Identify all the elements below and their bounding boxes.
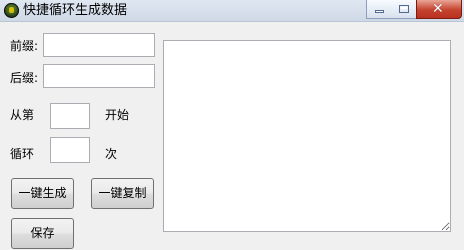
suffix-label: 后缀: bbox=[10, 71, 39, 85]
minimize-button[interactable] bbox=[366, 0, 391, 19]
suffix-input[interactable] bbox=[43, 64, 155, 88]
prefix-label: 前缀: bbox=[10, 39, 39, 53]
save-button[interactable]: 保存 bbox=[11, 218, 74, 249]
start-suffix-label: 开始 bbox=[105, 108, 130, 122]
loop-suffix-label: 次 bbox=[105, 147, 118, 161]
prefix-input[interactable] bbox=[43, 33, 155, 57]
minimize-icon bbox=[375, 10, 384, 13]
close-icon: ✕ bbox=[432, 1, 444, 17]
app-icon bbox=[4, 3, 19, 18]
maximize-button[interactable] bbox=[391, 0, 416, 19]
copy-button[interactable]: 一键复制 bbox=[91, 178, 154, 209]
start-label: 从第 bbox=[10, 108, 35, 122]
maximize-icon bbox=[399, 5, 409, 13]
title-bar[interactable]: 快捷循环生成数据 ✕ bbox=[0, 0, 464, 22]
start-input[interactable] bbox=[50, 103, 90, 129]
loop-count-input[interactable] bbox=[50, 137, 90, 163]
output-textarea[interactable] bbox=[163, 40, 451, 232]
app-window: 快捷循环生成数据 ✕ 前缀: 后缀: 从第 开始 循环 次 一键生成 一键复制 … bbox=[0, 0, 464, 250]
close-button[interactable]: ✕ bbox=[416, 0, 462, 19]
generate-button[interactable]: 一键生成 bbox=[11, 178, 74, 209]
loop-label: 循环 bbox=[10, 147, 35, 161]
window-title: 快捷循环生成数据 bbox=[23, 3, 128, 18]
